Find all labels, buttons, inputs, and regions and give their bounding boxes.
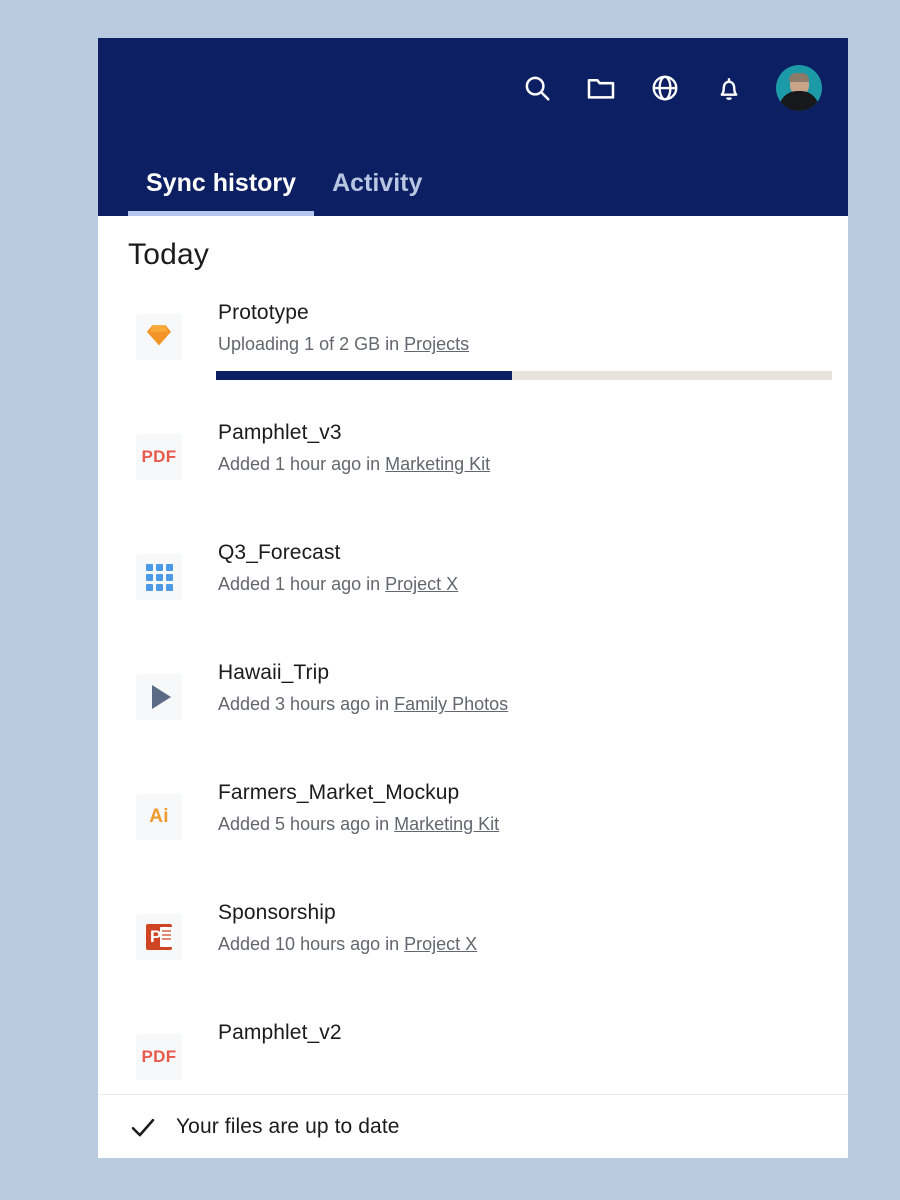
- avatar[interactable]: [776, 65, 822, 111]
- file-status: Uploading 1 of 2 GB in Projects: [218, 333, 818, 356]
- status-bar: Your files are up to date: [98, 1094, 848, 1158]
- globe-icon[interactable]: [648, 71, 682, 105]
- folder-link[interactable]: Project X: [385, 574, 458, 594]
- tab-activity-label: Activity: [332, 169, 422, 197]
- file-meta: Q3_Forecast Added 1 hour ago in Project …: [218, 534, 818, 597]
- file-icon-tile: PDF: [136, 434, 182, 480]
- file-row[interactable]: Prototype Uploading 1 of 2 GB in Project…: [98, 294, 848, 414]
- file-name: Prototype: [218, 300, 818, 326]
- folder-link[interactable]: Marketing Kit: [385, 454, 490, 474]
- file-icon-tile: PDF: [136, 1034, 182, 1080]
- file-name: Q3_Forecast: [218, 540, 818, 566]
- file-status-text: Added 10 hours ago in: [218, 934, 404, 954]
- file-status-text: Added 1 hour ago in: [218, 454, 385, 474]
- file-meta: Pamphlet_v2: [218, 1014, 818, 1046]
- file-status-text: Added 3 hours ago in: [218, 694, 394, 714]
- file-row[interactable]: Ai Farmers_Market_Mockup Added 5 hours a…: [98, 774, 848, 894]
- file-status-text: Added 5 hours ago in: [218, 814, 394, 834]
- spreadsheet-icon: [146, 564, 173, 591]
- checkmark-icon: [128, 1112, 158, 1142]
- video-play-icon: [152, 685, 171, 709]
- file-row[interactable]: Q3_Forecast Added 1 hour ago in Project …: [98, 534, 848, 654]
- file-row[interactable]: Hawaii_Trip Added 3 hours ago in Family …: [98, 654, 848, 774]
- file-meta: Farmers_Market_Mockup Added 5 hours ago …: [218, 774, 818, 837]
- file-meta: Sponsorship Added 10 hours ago in Projec…: [218, 894, 818, 957]
- folder-link[interactable]: Family Photos: [394, 694, 508, 714]
- pdf-icon: PDF: [142, 447, 177, 467]
- file-row[interactable]: P Sponsorship Added 10 hours ago in Proj…: [98, 894, 848, 1014]
- tab-bar: Sync history Activity: [128, 171, 440, 216]
- avatar-body: [779, 91, 819, 111]
- file-list: Prototype Uploading 1 of 2 GB in Project…: [98, 294, 848, 1134]
- file-status: Added 3 hours ago in Family Photos: [218, 693, 818, 716]
- file-icon-tile: Ai: [136, 794, 182, 840]
- file-icon-tile: [136, 674, 182, 720]
- file-name: Pamphlet_v3: [218, 420, 818, 446]
- section-title: Today: [98, 216, 848, 272]
- app-header: Sync history Activity: [98, 38, 848, 216]
- tab-activity[interactable]: Activity: [314, 171, 440, 216]
- tab-sync-history-label: Sync history: [146, 169, 296, 197]
- file-row[interactable]: PDF Pamphlet_v3 Added 1 hour ago in Mark…: [98, 414, 848, 534]
- file-icon-tile: P: [136, 914, 182, 960]
- tab-sync-history[interactable]: Sync history: [128, 171, 314, 216]
- file-status-text: Uploading 1 of 2 GB in: [218, 334, 404, 354]
- header-icon-group: [520, 64, 822, 112]
- upload-progress-bar: [216, 371, 832, 380]
- sync-window: Sync history Activity Today: [98, 38, 848, 1158]
- upload-progress-fill: [216, 371, 512, 380]
- pdf-icon: PDF: [142, 1047, 177, 1067]
- file-name: Sponsorship: [218, 900, 818, 926]
- powerpoint-icon: P: [146, 924, 172, 950]
- file-status: Added 1 hour ago in Marketing Kit: [218, 453, 818, 476]
- file-status: Added 5 hours ago in Marketing Kit: [218, 813, 818, 836]
- powerpoint-icon-page: [160, 927, 173, 947]
- file-meta: Prototype Uploading 1 of 2 GB in Project…: [218, 294, 818, 380]
- file-meta: Pamphlet_v3 Added 1 hour ago in Marketin…: [218, 414, 818, 477]
- folder-link[interactable]: Project X: [404, 934, 477, 954]
- status-text: Your files are up to date: [176, 1115, 400, 1139]
- file-name: Farmers_Market_Mockup: [218, 780, 818, 806]
- file-name: Pamphlet_v2: [218, 1020, 818, 1046]
- folder-link[interactable]: Marketing Kit: [394, 814, 499, 834]
- file-status-text: Added 1 hour ago in: [218, 574, 385, 594]
- file-meta: Hawaii_Trip Added 3 hours ago in Family …: [218, 654, 818, 717]
- illustrator-icon: Ai: [149, 806, 169, 828]
- folder-icon[interactable]: [584, 71, 618, 105]
- file-icon-tile: [136, 554, 182, 600]
- file-status: Added 10 hours ago in Project X: [218, 933, 818, 956]
- sketch-icon: [146, 323, 172, 352]
- file-name: Hawaii_Trip: [218, 660, 818, 686]
- content-area: Today Prototype Uploading 1 of 2 GB in P…: [98, 216, 848, 1158]
- bell-icon[interactable]: [712, 71, 746, 105]
- file-status: Added 1 hour ago in Project X: [218, 573, 818, 596]
- search-icon[interactable]: [520, 71, 554, 105]
- file-icon-tile: [136, 314, 182, 360]
- powerpoint-icon-letter: P: [150, 926, 161, 948]
- avatar-hair: [789, 73, 809, 82]
- folder-link[interactable]: Projects: [404, 334, 469, 354]
